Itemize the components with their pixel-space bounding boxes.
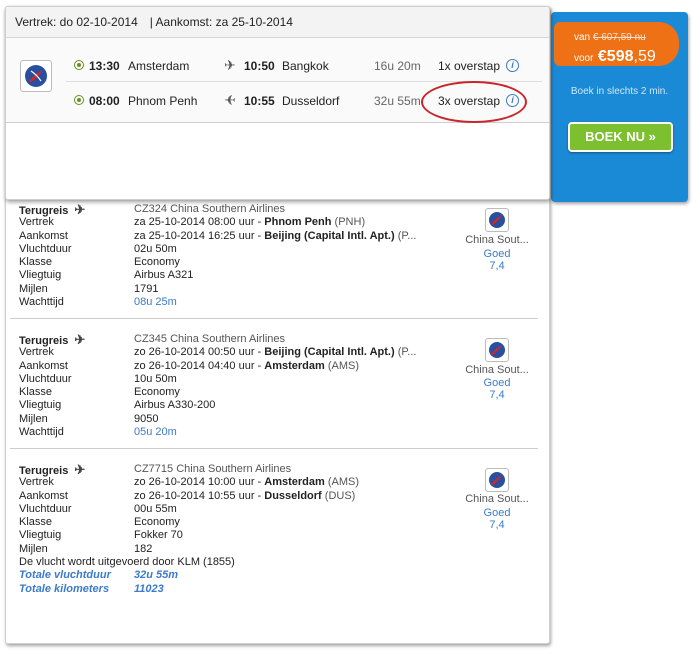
row-label: Klasse [19,386,53,399]
airline-logo-icon [485,208,509,232]
segment-flight: CZ345 China Southern Airlines [134,333,286,345]
outbound-leg[interactable]: 13:30 Amsterdam ✈ 10:50 Bangkok 16u 20m … [66,53,542,82]
row-label: Vliegtuig [19,529,62,542]
row-value: 00u 55m [134,502,177,515]
row-label: Aankomst [19,229,68,242]
total-km-value: 11023 [134,582,164,595]
return-arr-city: Dusseldorf [282,94,340,108]
outbound-dep-city: Amsterdam [128,59,190,73]
segment-airline: China Sout... [465,364,529,376]
segment-flight: CZ324 China Southern Airlines [134,203,286,215]
return-duration: 32u 55m [374,94,421,108]
plane-icon: ✈ [224,92,236,108]
row-label: Klasse [19,516,53,529]
row-label: Vertrek [19,346,54,359]
row-label: Vliegtuig [19,269,62,282]
price-van-label: van [574,32,591,43]
row-label: Mijlen [19,282,48,295]
plane-icon: ✈ [74,202,86,217]
book-now-button[interactable]: BOEK NU » [568,122,673,152]
arrival-date: | Aankomst: za 25-10-2014 [149,15,293,29]
row-value: Airbus A330-200 [134,399,216,412]
new-price-cents: ,59 [633,48,656,65]
return-dep-time: 08:00 [89,94,120,108]
segment-rating-word[interactable]: Goed [459,377,535,389]
plane-icon: ✈ [74,462,86,477]
info-icon[interactable]: i [506,59,519,72]
row-label: Klasse [19,256,53,269]
booking-info-text: Boek in slechts 2 min. [570,86,669,97]
row-label: Vertrek [19,476,54,489]
wait-label: Wachttijd [19,296,64,309]
wait-value: 05u 20m [134,426,177,439]
row-value: 1791 [134,282,159,295]
row-value: Fokker 70 [134,529,183,542]
row-value: Economy [134,386,180,399]
old-price: € 607,59 nu [592,32,646,43]
outbound-arr-city: Bangkok [282,59,329,73]
highlight-circle [421,81,527,123]
row-value: Economy [134,516,180,529]
row-label: Vluchtduur [19,502,72,515]
segment-rating-word[interactable]: Goed [459,248,535,260]
row-label: Vliegtuig [19,399,62,412]
outbound-duration: 16u 20m [374,59,421,73]
airline-logo-icon [485,468,509,492]
wait-label: Wachttijd [19,426,64,439]
row-label: Aankomst [19,359,68,372]
total-duration-label: Totale vluchtduur [19,569,111,582]
total-km-label: Totale kilometers [19,582,110,595]
row-label: Mijlen [19,542,48,555]
row-value: zo 26-10-2014 10:55 uur - Dusseldorf (DU… [134,489,356,502]
segment-airline: China Sout... [465,493,529,505]
row-value: zo 26-10-2014 10:00 uur - Amsterdam (AMS… [134,476,360,489]
divider [10,448,538,449]
outbound-dep-time: 13:30 [89,59,120,73]
price-voor-label: voor [574,53,594,64]
row-value: Economy [134,256,180,269]
row-label: Vluchtduur [19,372,72,385]
row-value: zo 26-10-2014 00:50 uur - Beijing (Capit… [134,346,417,359]
row-value: 10u 50m [134,372,177,385]
segment-rating-word[interactable]: Goed [459,507,535,519]
segment-rating: 7,4 [489,519,505,531]
row-value: 02u 50m [134,242,177,255]
segment-flight: CZ7715 China Southern Airlines [134,463,292,475]
row-value: za 25-10-2014 08:00 uur - Phnom Penh (PN… [134,216,366,229]
airline-logo-icon [485,338,509,362]
departure-date: Vertrek: do 02-10-2014 [15,15,138,29]
clock-icon [74,60,84,70]
airline-logo-icon [20,60,52,92]
outbound-stops: 1x overstap [438,59,501,73]
row-value: zo 26-10-2014 04:40 uur - Amsterdam (AMS… [134,359,360,372]
return-arr-time: 10:55 [244,94,275,108]
row-value: Airbus A321 [134,269,194,282]
row-label: Vluchtduur [19,242,72,255]
segment-rating: 7,4 [489,260,505,272]
plane-icon: ✈ [74,332,86,347]
row-value: 9050 [134,412,159,425]
price-tag: van € 607,59 nu voor €598,59 [554,22,679,66]
travel-dates-bar: Vertrek: do 02-10-2014 | Aankomst: za 25-… [6,7,549,38]
total-duration-value: 32u 55m [134,569,179,582]
plane-icon: ✈ [224,57,236,73]
outbound-arr-time: 10:50 [244,59,275,73]
row-label: Mijlen [19,412,48,425]
new-price: €598 [597,48,634,65]
segment-rating: 7,4 [489,389,505,401]
row-label: Vertrek [19,216,54,229]
clock-icon [74,95,84,105]
row-value: 182 [134,542,153,555]
row-value: za 25-10-2014 16:25 uur - Beijing (Capit… [134,229,417,242]
segment-airline: China Sout... [465,234,529,246]
return-dep-city: Phnom Penh [128,94,198,108]
wait-value: 08u 25m [134,296,177,309]
row-label: Aankomst [19,489,68,502]
operated-by-note: De vlucht wordt uitgevoerd door KLM (185… [19,556,235,569]
divider [10,318,538,319]
